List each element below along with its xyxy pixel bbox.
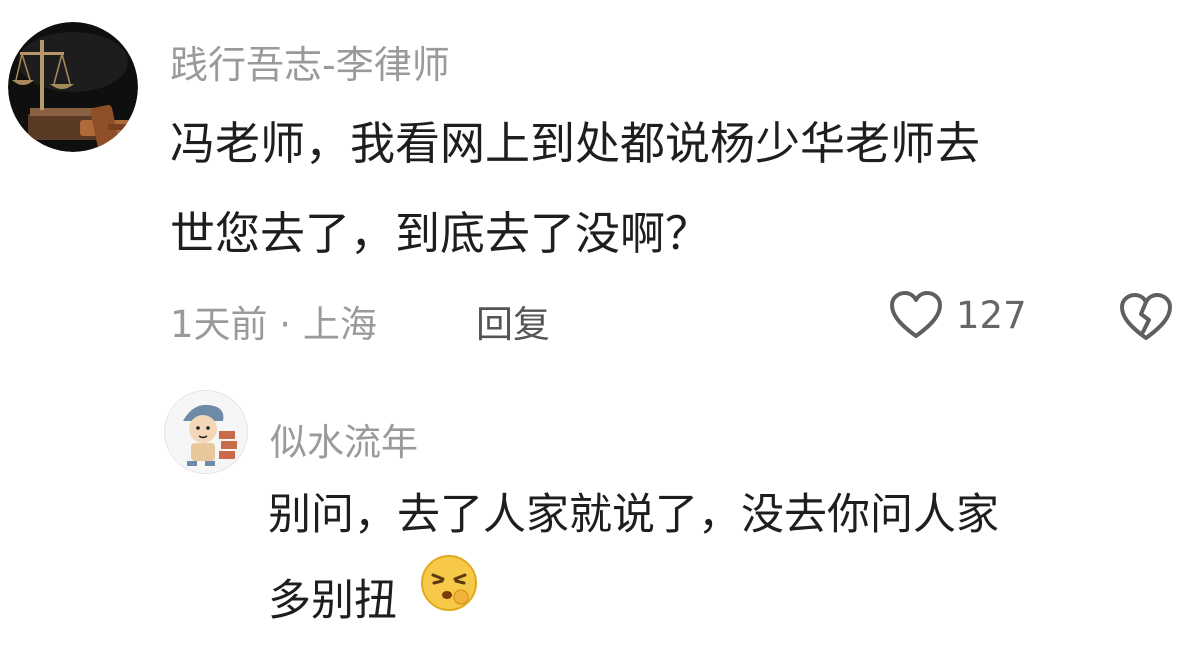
dislike-button[interactable] bbox=[1118, 292, 1174, 346]
reply-button[interactable]: 回复 bbox=[476, 294, 550, 348]
avatar[interactable] bbox=[8, 22, 138, 152]
reply-body: 别问，去了人家就说了，没去你问人家 多别扭 bbox=[268, 472, 1188, 648]
comment-username[interactable]: 践行吾志-李律师 bbox=[170, 34, 450, 89]
reply-line: 多别扭 bbox=[268, 576, 397, 626]
like-count: 127 bbox=[956, 293, 1027, 337]
justice-scale-avatar-icon bbox=[8, 22, 138, 152]
comment-time-location: 1天前 · 上海 bbox=[170, 303, 377, 346]
heart-outline-icon bbox=[890, 291, 942, 338]
broken-heart-icon bbox=[1120, 293, 1172, 340]
comment-line: 冯老师，我看网上到处都说杨少华老师去 bbox=[170, 117, 981, 170]
comment-line: 世您去了，到底去了没啊？ bbox=[170, 207, 711, 260]
reply-avatar[interactable] bbox=[164, 390, 248, 474]
reply-line: 别问，去了人家就说了，没去你问人家 bbox=[268, 490, 999, 540]
reply-line-with-emoji: 多别扭 bbox=[268, 555, 1188, 648]
pouting-face-emoji-icon bbox=[419, 553, 479, 642]
reply-username[interactable]: 似水流年 bbox=[270, 412, 418, 466]
like-button[interactable]: 127 bbox=[888, 290, 1027, 340]
comment-body: 冯老师，我看网上到处都说杨少华老师去 世您去了，到底去了没啊？ bbox=[170, 99, 1180, 279]
comment-thread: 践行吾志-李律师 冯老师，我看网上到处都说杨少华老师去 世您去了，到底去了没啊？… bbox=[0, 0, 1200, 660]
cartoon-boy-avatar-icon bbox=[165, 391, 247, 473]
